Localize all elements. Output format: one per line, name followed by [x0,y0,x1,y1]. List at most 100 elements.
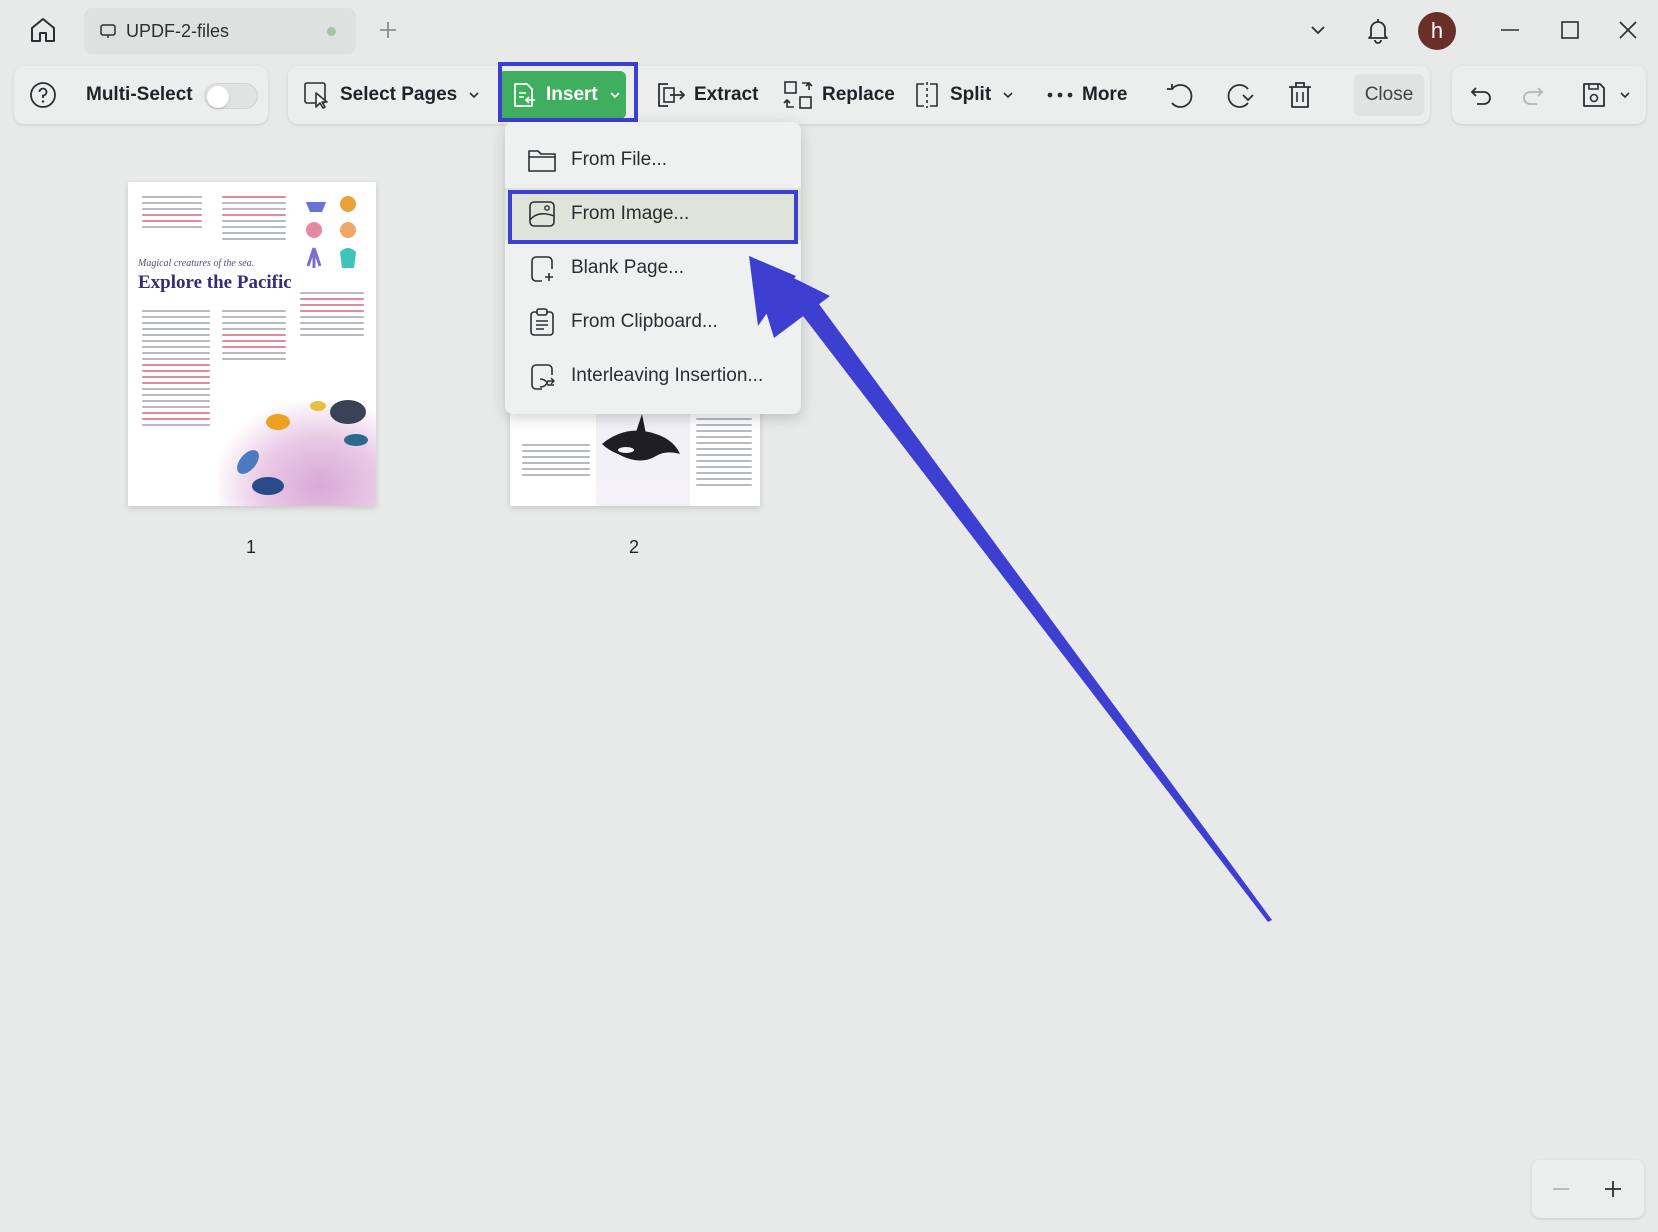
menu-item-label: From Image... [571,203,690,224]
cloud-icon [98,21,118,41]
minus-icon [1553,1188,1569,1190]
close-icon [1619,21,1637,39]
cursor-select-icon [302,80,332,110]
user-avatar[interactable]: h [1418,12,1456,50]
fish-illustration [237,400,368,495]
rotate-right-icon [1224,79,1256,111]
title-bar: UPDF-2-files h [0,0,1658,62]
notifications-button[interactable] [1358,10,1398,50]
clipboard-icon [527,307,557,337]
multi-select-toggle[interactable] [204,83,258,109]
more-button[interactable]: More [1046,66,1127,124]
replace-icon [782,79,814,111]
page-tools-panel: Select Pages Insert Extract Replace Spli… [288,66,1430,124]
insert-page-icon [510,81,538,109]
maximize-button[interactable] [1550,10,1590,50]
help-button[interactable] [28,66,66,124]
redo-icon [1520,82,1546,108]
trash-icon [1286,80,1314,110]
maximize-icon [1561,21,1579,39]
insert-menu: From File... From Image... Blank Page...… [505,122,801,414]
menu-item-from-clipboard[interactable]: From Clipboard... [505,296,801,348]
page-text-block [522,444,590,480]
menu-item-label: Blank Page... [571,257,685,278]
undo-button[interactable] [1468,66,1502,124]
plus-icon [380,22,396,38]
zoom-controls [1532,1160,1644,1218]
page-subtitle: Magical creatures of the sea. [138,258,255,269]
select-pages-button[interactable]: Select Pages [302,66,481,124]
image-icon [527,200,557,228]
rotate-left-button[interactable] [1164,66,1204,124]
menu-item-from-image[interactable]: From Image... [505,188,801,240]
toggle-knob [207,86,229,108]
replace-label: Replace [822,84,895,105]
folder-icon [527,147,557,173]
rotate-left-icon [1164,79,1196,111]
tab-list-button[interactable] [1300,10,1336,50]
multi-select-label: Multi-Select [86,84,193,105]
page-text-block [300,292,364,340]
menu-item-label: Interleaving Insertion... [571,365,764,386]
undo-icon [1468,82,1494,108]
save-button[interactable] [1580,66,1616,124]
select-pages-label: Select Pages [340,84,458,105]
save-icon [1580,80,1608,110]
page-thumbnail-1[interactable]: Magical creatures of the sea. Explore th… [128,182,376,506]
page-text-block [142,310,210,430]
home-button[interactable] [22,13,64,47]
insert-label: Insert [546,84,598,105]
extract-label: Extract [694,84,759,105]
page-text-block [142,196,202,232]
help-icon [28,80,58,110]
bell-icon [1368,19,1388,44]
close-organize-button[interactable]: Close [1354,74,1424,116]
insert-button[interactable]: Insert [498,71,626,119]
menu-item-label: From File... [571,149,668,170]
page-text-block [696,412,752,490]
extract-button[interactable]: Extract [654,66,758,124]
delete-button[interactable] [1286,66,1322,124]
home-icon [31,18,55,42]
more-label: More [1082,84,1128,105]
split-icon [912,80,942,110]
multi-select-panel: Multi-Select [14,66,268,124]
blank-page-icon [527,253,557,283]
page-number-1: 1 [246,537,257,557]
chevron-down-icon [1001,88,1015,102]
close-window-button[interactable] [1608,10,1648,50]
page-number-2: 2 [629,537,640,557]
zoom-out-button[interactable] [1546,1174,1576,1204]
minimize-button[interactable] [1490,10,1530,50]
coral-illustration [306,196,356,268]
minimize-icon [1501,29,1519,31]
plus-icon [1605,1181,1621,1197]
ellipsis-icon [1046,90,1074,100]
menu-item-from-file[interactable]: From File... [505,134,801,186]
extract-icon [654,80,686,110]
save-options-button[interactable] [1618,66,1640,124]
page-title: Explore the Pacific [138,272,292,293]
menu-item-blank-page[interactable]: Blank Page... [505,242,801,294]
history-panel [1452,66,1646,124]
replace-button[interactable]: Replace [782,66,895,124]
interleave-icon [527,361,557,391]
page-text-block [222,310,286,364]
chevron-down-icon [1311,26,1325,35]
chevron-down-icon [608,88,622,102]
rotate-right-button[interactable] [1224,66,1264,124]
split-button[interactable]: Split [912,66,1015,124]
saved-status-dot [327,26,336,36]
document-tab[interactable]: UPDF-2-files [84,8,356,54]
menu-item-label: From Clipboard... [571,311,718,332]
menu-item-interleaving-insertion[interactable]: Interleaving Insertion... [505,350,801,402]
split-label: Split [950,84,992,105]
tab-label: UPDF-2-files [126,20,230,41]
chevron-down-icon [467,88,481,102]
redo-button[interactable] [1520,66,1554,124]
zoom-in-button[interactable] [1598,1174,1628,1204]
new-tab-button[interactable] [372,14,404,46]
page-text-block [222,196,286,244]
chevron-down-icon [1618,88,1632,102]
orca-illustration [602,414,680,461]
